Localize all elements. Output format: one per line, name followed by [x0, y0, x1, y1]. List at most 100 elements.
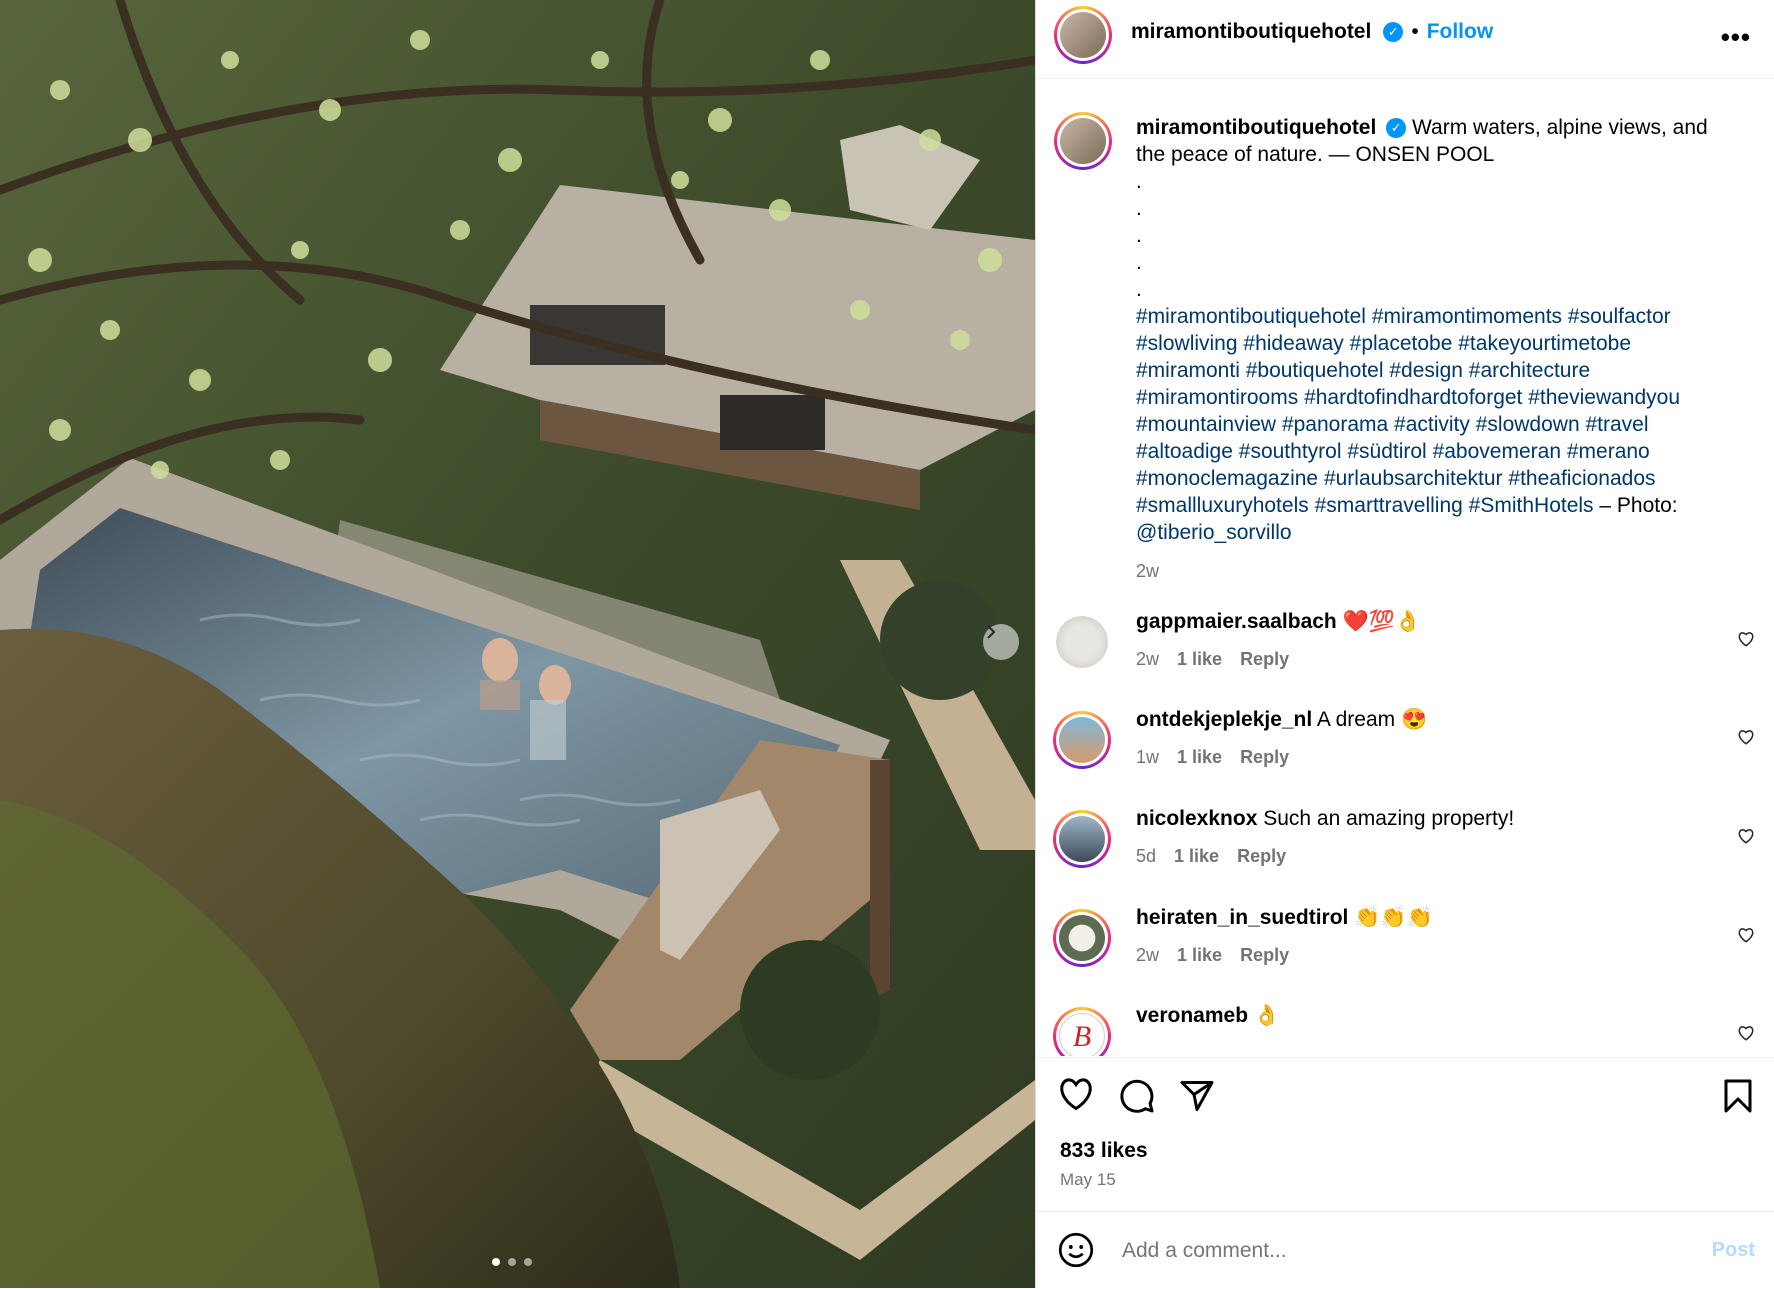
- hashtag-link[interactable]: #miramonti: [1136, 359, 1240, 382]
- follow-button[interactable]: Follow: [1427, 20, 1494, 44]
- hashtag-line: #altoadige #southtyrol #südtirol #abovem…: [1136, 438, 1736, 465]
- share-send-icon[interactable]: [1179, 1078, 1215, 1114]
- hashtag-link[interactable]: #panorama: [1282, 413, 1388, 436]
- comment-like-heart-icon[interactable]: [1737, 1024, 1755, 1042]
- comment-avatar[interactable]: [1053, 711, 1111, 769]
- hashtag-link[interactable]: #slowliving: [1136, 332, 1238, 355]
- comment-avatar[interactable]: B: [1053, 1007, 1111, 1056]
- hashtag-link[interactable]: #smarttravelling: [1315, 494, 1463, 517]
- hashtag-line: #miramontiboutiquehotel #miramontimoment…: [1136, 303, 1736, 330]
- hashtag-link[interactable]: #mountainview: [1136, 413, 1276, 436]
- comment-text: 👌: [1253, 1004, 1281, 1027]
- hashtag-link[interactable]: #miramontirooms: [1136, 386, 1298, 409]
- comment-like-heart-icon[interactable]: [1737, 926, 1755, 944]
- post-actions: 833 likes May 15: [1036, 1057, 1774, 1189]
- comment-time[interactable]: 1w: [1136, 747, 1159, 768]
- hashtag-link[interactable]: #südtirol: [1347, 440, 1426, 463]
- comment-like-heart-icon[interactable]: [1737, 827, 1755, 845]
- comment-username[interactable]: ontdekjeplekje_nl: [1136, 708, 1312, 731]
- caption-dot: .: [1136, 251, 1142, 274]
- post-side-panel: miramontiboutiquehotel ✓ • Follow ••• mi…: [1035, 0, 1774, 1288]
- comment-likes[interactable]: 1 like: [1177, 649, 1222, 670]
- photo-credit-link[interactable]: @tiberio_sorvillo: [1136, 521, 1292, 544]
- hashtag-link[interactable]: #hideaway: [1243, 332, 1343, 355]
- post-comment-button[interactable]: Post: [1712, 1239, 1755, 1262]
- likes-count[interactable]: 833 likes: [1060, 1139, 1148, 1163]
- post-photo[interactable]: [0, 0, 1035, 1288]
- comment-username[interactable]: nicolexknox: [1136, 807, 1257, 830]
- comment-avatar[interactable]: [1053, 810, 1111, 868]
- instagram-post-view: miramontiboutiquehotel ✓ • Follow ••• mi…: [0, 0, 1774, 1288]
- comment-like-heart-icon[interactable]: [1737, 728, 1755, 746]
- chevron-right-icon: [987, 625, 996, 639]
- hashtag-link[interactable]: #boutiquehotel: [1246, 359, 1384, 382]
- carousel-dot[interactable]: [492, 1258, 500, 1266]
- verified-badge-icon: ✓: [1386, 118, 1407, 139]
- comment-input[interactable]: [1120, 1234, 1684, 1268]
- hashtag-link[interactable]: #monoclemagazine: [1136, 467, 1318, 490]
- hashtag-link[interactable]: #architecture: [1469, 359, 1590, 382]
- comment-icon[interactable]: [1119, 1078, 1155, 1114]
- caption-dot: .: [1136, 278, 1142, 301]
- more-options-button[interactable]: •••: [1721, 22, 1751, 53]
- hashtag-link[interactable]: #miramontimoments: [1372, 305, 1562, 328]
- hashtag-link[interactable]: #theviewandyou: [1528, 386, 1680, 409]
- caption-time[interactable]: 2w: [1136, 558, 1736, 585]
- carousel-dot[interactable]: [508, 1258, 516, 1266]
- hashtag-link[interactable]: #slowdown: [1476, 413, 1580, 436]
- comment-username[interactable]: gappmaier.saalbach: [1136, 610, 1337, 633]
- hashtag-link[interactable]: #abovemeran: [1433, 440, 1561, 463]
- comment-likes[interactable]: 1 like: [1177, 747, 1222, 768]
- hashtag-link[interactable]: #soulfactor: [1568, 305, 1671, 328]
- comment-meta: 1w 1 like Reply: [1136, 747, 1289, 768]
- add-comment-bar: Post: [1036, 1211, 1774, 1289]
- hashtag-link[interactable]: #southtyrol: [1239, 440, 1342, 463]
- hashtag-link[interactable]: #theaficionados: [1508, 467, 1655, 490]
- comment-avatar[interactable]: [1056, 616, 1108, 668]
- hashtag-link[interactable]: #smallluxuryhotels: [1136, 494, 1309, 517]
- comment-likes[interactable]: 1 like: [1174, 846, 1219, 867]
- comment-time[interactable]: 5d: [1136, 846, 1156, 867]
- hashtag-link[interactable]: #SmithHotels: [1469, 494, 1594, 517]
- comment-text: A dream 😍: [1316, 708, 1428, 731]
- caption-avatar[interactable]: [1054, 112, 1112, 170]
- carousel-dot[interactable]: [524, 1258, 532, 1266]
- hashtag-link[interactable]: #urlaubsarchitektur: [1324, 467, 1503, 490]
- post-date[interactable]: May 15: [1060, 1170, 1116, 1190]
- carousel-next-button[interactable]: [983, 624, 1019, 660]
- caption-dot: .: [1136, 170, 1142, 193]
- hashtag-line: #monoclemagazine #urlaubsarchitektur #th…: [1136, 465, 1736, 492]
- hashtag-link[interactable]: #travel: [1585, 413, 1648, 436]
- comment-reply-button[interactable]: Reply: [1237, 846, 1286, 867]
- hashtag-line: #miramontirooms #hardtofindhardtoforget …: [1136, 384, 1736, 411]
- like-heart-icon[interactable]: [1058, 1078, 1094, 1112]
- caption-username[interactable]: miramontiboutiquehotel: [1136, 116, 1376, 139]
- comment-avatar[interactable]: [1053, 909, 1111, 967]
- comment-item: gappmaier.saalbach ❤️💯👌 2w 1 like Reply: [1036, 610, 1774, 700]
- hashtag-link[interactable]: #miramontiboutiquehotel: [1136, 305, 1366, 328]
- comment-reply-button[interactable]: Reply: [1240, 649, 1289, 670]
- hashtag-link[interactable]: #hardtofindhardtoforget: [1304, 386, 1522, 409]
- comment-item: heiraten_in_suedtirol 👏👏👏 2w 1 like Repl…: [1036, 906, 1774, 996]
- comment-username[interactable]: heiraten_in_suedtirol: [1136, 906, 1348, 929]
- comment-time[interactable]: 2w: [1136, 945, 1159, 966]
- hashtag-link[interactable]: #takeyourtimetobe: [1458, 332, 1631, 355]
- hashtag-link[interactable]: #altoadige: [1136, 440, 1233, 463]
- comment-like-heart-icon[interactable]: [1737, 630, 1755, 648]
- emoji-icon[interactable]: [1058, 1232, 1094, 1268]
- comment-reply-button[interactable]: Reply: [1240, 945, 1289, 966]
- header-username[interactable]: miramontiboutiquehotel: [1131, 20, 1371, 44]
- hashtag-link[interactable]: #design: [1389, 359, 1463, 382]
- comment-item: B veronameb 👌: [1036, 1004, 1774, 1056]
- hashtag-link[interactable]: #placetobe: [1350, 332, 1453, 355]
- profile-avatar[interactable]: [1054, 6, 1112, 64]
- comment-meta: 2w 1 like Reply: [1136, 649, 1289, 670]
- hashtag-link[interactable]: #merano: [1567, 440, 1650, 463]
- comment-likes[interactable]: 1 like: [1177, 945, 1222, 966]
- hashtag-link[interactable]: #activity: [1394, 413, 1470, 436]
- comment-time[interactable]: 2w: [1136, 649, 1159, 670]
- save-bookmark-icon[interactable]: [1723, 1078, 1753, 1114]
- comment-reply-button[interactable]: Reply: [1240, 747, 1289, 768]
- comment-body: heiraten_in_suedtirol 👏👏👏: [1136, 906, 1433, 930]
- comment-username[interactable]: veronameb: [1136, 1004, 1248, 1027]
